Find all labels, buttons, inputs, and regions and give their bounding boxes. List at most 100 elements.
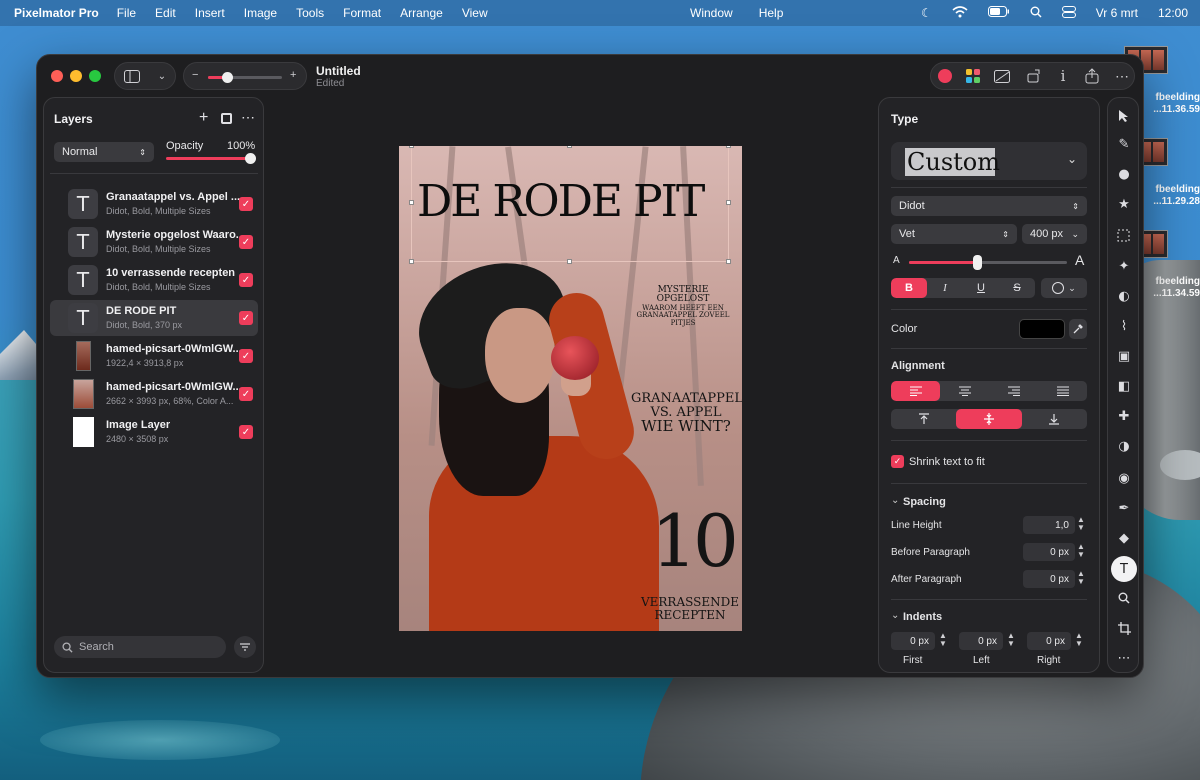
- marquee-select-icon[interactable]: [1114, 226, 1134, 246]
- menu-insert[interactable]: Insert: [195, 6, 225, 20]
- cover-number[interactable]: 10: [643, 503, 742, 580]
- menu-date[interactable]: Vr 6 mrt: [1096, 6, 1138, 20]
- resize-handle[interactable]: [409, 200, 414, 205]
- info-icon[interactable]: i: [1054, 67, 1072, 85]
- opacity-slider-thumb[interactable]: [245, 153, 256, 164]
- menu-tools[interactable]: Tools: [296, 6, 324, 20]
- align-top-icon[interactable]: [891, 409, 956, 429]
- cover-mystery-text[interactable]: MYSTERIE OPGELOST WAAROM HEEFT EEN GRANA…: [631, 285, 735, 327]
- before-paragraph-stepper[interactable]: ▲ ▼: [1075, 543, 1087, 561]
- resize-handle[interactable]: [567, 259, 572, 264]
- underline-button[interactable]: U: [963, 278, 999, 298]
- blend-mode-select[interactable]: Normal ⇕: [54, 142, 154, 162]
- align-middle-icon[interactable]: [956, 409, 1022, 429]
- zoom-slider[interactable]: [208, 72, 282, 83]
- before-paragraph-field[interactable]: 0 px: [1023, 543, 1075, 561]
- layer-visibility-checkbox[interactable]: ✓: [239, 197, 253, 211]
- layer-row[interactable]: T 10 verrassende recepten Didot, Bold, M…: [50, 262, 258, 298]
- layer-row[interactable]: T Mysterie opgelost Waaro... Didot, Bold…: [50, 224, 258, 260]
- font-size-slider-thumb[interactable]: [972, 255, 982, 270]
- after-paragraph-stepper[interactable]: ▲ ▼: [1075, 570, 1087, 588]
- right-indent-stepper[interactable]: ▲ ▼: [1073, 632, 1085, 650]
- font-size-select[interactable]: 400 px ⌄: [1022, 224, 1087, 244]
- layer-visibility-checkbox[interactable]: ✓: [239, 425, 253, 439]
- menu-arrange[interactable]: Arrange: [400, 6, 443, 20]
- layer-visibility-checkbox[interactable]: ✓: [239, 235, 253, 249]
- layer-visibility-checkbox[interactable]: ✓: [239, 349, 253, 363]
- chevron-down-icon[interactable]: ⌄: [153, 67, 171, 85]
- moon-icon[interactable]: ☾: [921, 6, 932, 20]
- zoom-out-button[interactable]: −: [192, 69, 198, 81]
- color-adjust-icon[interactable]: ◐: [1114, 286, 1134, 306]
- crop-icon[interactable]: [1114, 618, 1134, 638]
- text-color-well[interactable]: [1019, 319, 1065, 339]
- chevron-down-icon[interactable]: ⌄: [891, 495, 899, 506]
- battery-icon[interactable]: [987, 6, 1010, 20]
- first-indent-stepper[interactable]: ▲ ▼: [937, 632, 949, 650]
- align-bottom-icon[interactable]: [1022, 409, 1087, 429]
- opacity-slider[interactable]: [166, 153, 256, 164]
- record-icon[interactable]: [936, 67, 954, 85]
- zoom-window-button[interactable]: [89, 70, 101, 82]
- shape-effects-icon[interactable]: ●: [1114, 164, 1134, 184]
- resize-handle[interactable]: [726, 259, 731, 264]
- arrange-icon[interactable]: [1025, 67, 1043, 85]
- type-icon[interactable]: T: [1111, 556, 1137, 582]
- spacing-section-label[interactable]: Spacing: [903, 496, 946, 508]
- left-indent-field[interactable]: 0 px: [959, 632, 1003, 650]
- resize-handle[interactable]: [567, 146, 572, 148]
- layer-row[interactable]: T Granaatappel vs. Appel ... Didot, Bold…: [50, 186, 258, 222]
- right-indent-field[interactable]: 0 px: [1027, 632, 1071, 650]
- align-right-icon[interactable]: [989, 381, 1038, 401]
- menu-time[interactable]: 12:00: [1158, 6, 1188, 20]
- shrink-text-label[interactable]: Shrink text to fit: [909, 456, 985, 468]
- resize-handle[interactable]: [726, 200, 731, 205]
- layer-visibility-checkbox[interactable]: ✓: [239, 387, 253, 401]
- fill-icon[interactable]: ▣: [1114, 346, 1134, 366]
- italic-button[interactable]: I: [927, 278, 963, 298]
- style-preset-select[interactable]: Custom ⌄: [891, 142, 1087, 180]
- menu-image[interactable]: Image: [244, 6, 277, 20]
- eraser-icon[interactable]: ◧: [1114, 376, 1134, 396]
- brush-icon[interactable]: ⌇: [1114, 316, 1134, 336]
- more-options-icon[interactable]: ⋯: [1113, 67, 1131, 85]
- text-effects-menu[interactable]: ⌄: [1041, 278, 1087, 298]
- font-weight-select[interactable]: Vet ⇕: [891, 224, 1017, 244]
- document-title[interactable]: Untitled: [316, 64, 361, 78]
- shrink-text-checkbox[interactable]: ✓: [891, 455, 904, 468]
- image-adjust-icon[interactable]: [993, 67, 1011, 85]
- distort-icon[interactable]: ◑: [1114, 436, 1134, 456]
- bold-button[interactable]: B: [891, 278, 927, 298]
- minimize-window-button[interactable]: [70, 70, 82, 82]
- layer-row-selected[interactable]: T DE RODE PIT Didot, Bold, 370 px ✓: [50, 300, 258, 336]
- menu-file[interactable]: File: [117, 6, 136, 20]
- first-indent-field[interactable]: 0 px: [891, 632, 935, 650]
- after-paragraph-field[interactable]: 0 px: [1023, 570, 1075, 588]
- indents-section-label[interactable]: Indents: [903, 611, 942, 623]
- layer-row[interactable]: hamed-picsart-0WmlGW... 2662 × 3993 px, …: [50, 376, 258, 412]
- control-center-icon[interactable]: [1061, 5, 1076, 21]
- align-justify-icon[interactable]: [1038, 381, 1087, 401]
- line-height-stepper[interactable]: ▲ ▼: [1075, 516, 1087, 534]
- layers-more-icon[interactable]: ⋯: [241, 109, 255, 126]
- sidebar-icon[interactable]: [123, 67, 141, 85]
- mask-icon[interactable]: [221, 113, 232, 124]
- cover-versus-text[interactable]: GRANAATAPPEL VS. APPEL WIE WINT?: [631, 392, 742, 435]
- layer-visibility-checkbox[interactable]: ✓: [239, 273, 253, 287]
- resize-handle[interactable]: [409, 259, 414, 264]
- align-left-icon[interactable]: [891, 381, 940, 401]
- layer-row[interactable]: hamed-picsart-0WmlGW... 1922,4 × 3913,8 …: [50, 338, 258, 374]
- resize-handle[interactable]: [409, 146, 414, 148]
- shapes-icon[interactable]: ◆: [1114, 528, 1134, 548]
- menu-edit[interactable]: Edit: [155, 6, 176, 20]
- close-window-button[interactable]: [51, 70, 63, 82]
- share-icon[interactable]: [1083, 67, 1101, 85]
- menu-app-name[interactable]: Pixelmator Pro: [14, 6, 99, 20]
- layer-visibility-checkbox[interactable]: ✓: [239, 311, 253, 325]
- more-tools-icon[interactable]: ⋯: [1114, 648, 1134, 668]
- star-icon[interactable]: ★: [1114, 194, 1134, 214]
- resize-handle[interactable]: [726, 146, 731, 148]
- magic-select-icon[interactable]: ✦: [1114, 256, 1134, 276]
- chevron-down-icon[interactable]: ⌄: [891, 610, 899, 621]
- cover-recipes-text[interactable]: VERRASSENDE RECEPTEN: [635, 596, 742, 621]
